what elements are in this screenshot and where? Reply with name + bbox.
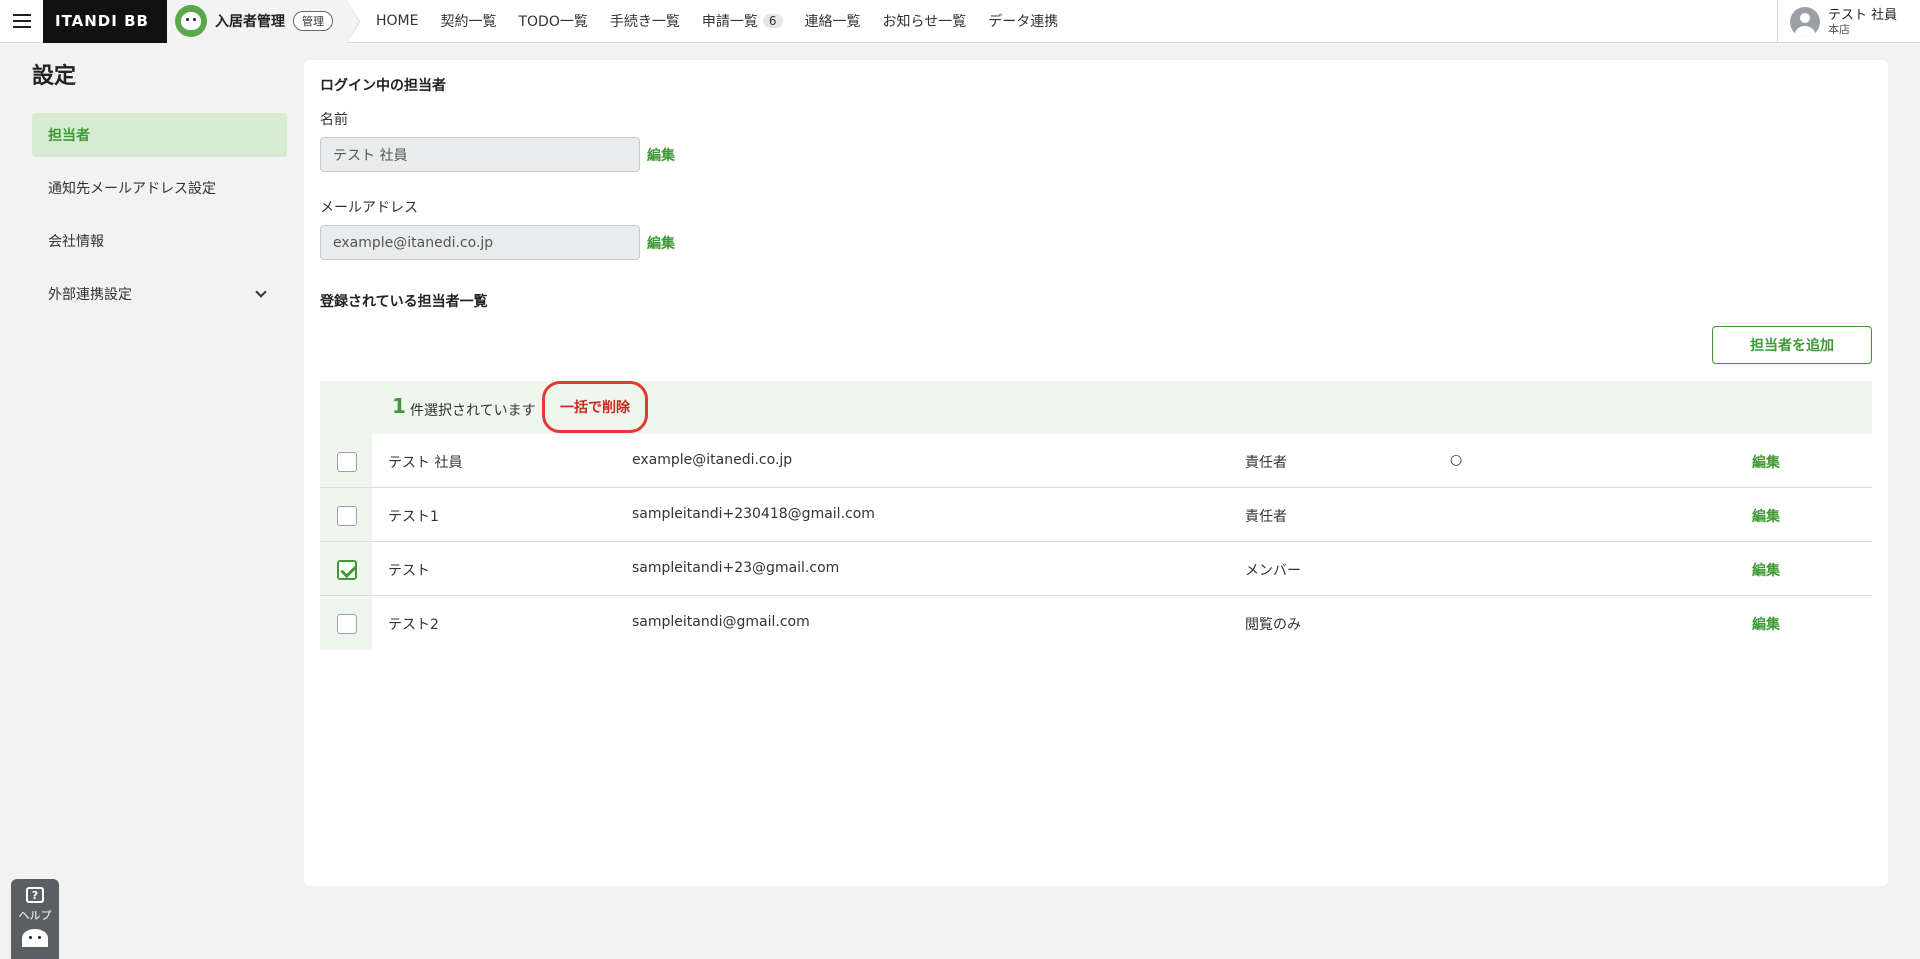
brand-area[interactable]: ITANDI BB — [43, 0, 167, 43]
email-label: メールアドレス — [320, 200, 418, 216]
email-field: example@itanedi.co.jp — [320, 225, 640, 260]
staff-role: 責任者 — [1245, 455, 1287, 471]
row-checkbox[interactable] — [337, 452, 357, 472]
nav-applications[interactable]: 申請一覧 6 — [691, 11, 794, 31]
sidebar-item-label: 外部連携設定 — [48, 287, 132, 303]
current-user-mark: ○ — [1450, 452, 1463, 468]
chevron-down-icon[interactable] — [255, 286, 267, 298]
staff-name: テスト — [388, 563, 430, 579]
row-checkbox[interactable] — [337, 614, 357, 634]
staff-name: テスト2 — [388, 617, 439, 633]
nav-label: 契約一覧 — [440, 14, 497, 30]
mascot-icon — [175, 5, 207, 37]
selected-text: 件選択されています — [410, 403, 536, 419]
admin-badge: 管理 — [293, 11, 333, 31]
sidebar-item-staff[interactable]: 担当者 — [32, 113, 287, 157]
menu-icon[interactable] — [0, 0, 43, 43]
staff-email: example@itanedi.co.jp — [632, 452, 793, 468]
edit-name-link[interactable]: 編集 — [647, 145, 675, 165]
nav-procedures[interactable]: 手続き一覧 — [599, 11, 691, 31]
page-title: 設定 — [32, 64, 77, 89]
user-branch: 本店 — [1828, 22, 1850, 36]
name-label: 名前 — [320, 112, 348, 128]
nav-notices[interactable]: お知らせ一覧 — [872, 11, 978, 31]
applications-count-badge: 6 — [762, 14, 783, 28]
user-menu[interactable]: テスト 社員 本店 — [1777, 0, 1920, 43]
table-row: テスト2 sampleitandi@gmail.com 閲覧のみ 編集 — [320, 596, 1872, 650]
nav-label: データ連携 — [988, 14, 1059, 30]
staff-name: テスト 社員 — [388, 455, 463, 471]
login-section-title: ログイン中の担当者 — [320, 78, 446, 94]
staff-table: 1 件選択されています 一括で削除 テスト 社員 example@itanedi… — [320, 381, 1872, 650]
nav-label: 連絡一覧 — [804, 14, 861, 30]
selected-count: 1 — [392, 394, 406, 418]
settings-sidebar: 担当者 通知先メールアドレス設定 会社情報 外部連携設定 — [32, 113, 287, 325]
name-field: テスト 社員 — [320, 137, 640, 172]
help-label: ヘルプ — [18, 909, 52, 922]
nav-contracts[interactable]: 契約一覧 — [429, 11, 507, 31]
sidebar-item-label: 通知先メールアドレス設定 — [48, 181, 216, 197]
sidebar-item-label: 担当者 — [48, 128, 90, 144]
user-name: テスト 社員 — [1828, 7, 1898, 23]
edit-email-link[interactable]: 編集 — [647, 233, 675, 253]
table-row: テスト 社員 example@itanedi.co.jp 責任者 ○ 編集 — [320, 434, 1872, 488]
app-title: 入居者管理 — [215, 14, 285, 30]
app-switcher[interactable]: 入居者管理 管理 — [167, 0, 360, 43]
main-nav: HOME 契約一覧 TODO一覧 手続き一覧 申請一覧 6 連絡一覧 お知らせ一覧… — [365, 11, 1069, 31]
sidebar-item-notification-email[interactable]: 通知先メールアドレス設定 — [32, 166, 287, 210]
nav-label: HOME — [376, 13, 419, 29]
staff-email: sampleitandi@gmail.com — [632, 614, 810, 630]
bulk-delete-highlight: 一括で削除 — [542, 381, 648, 433]
add-staff-button[interactable]: 担当者を追加 — [1712, 326, 1872, 364]
nav-todo[interactable]: TODO一覧 — [507, 11, 598, 31]
nav-messages[interactable]: 連絡一覧 — [794, 11, 872, 31]
brand-logo[interactable]: ITANDI BB — [55, 12, 155, 30]
sidebar-item-label: 会社情報 — [48, 234, 104, 250]
row-checkbox-checked[interactable] — [337, 560, 357, 580]
table-row: テスト sampleitandi+23@gmail.com メンバー 編集 — [320, 542, 1872, 596]
user-avatar-icon — [1790, 6, 1820, 37]
nav-label: 申請一覧 — [701, 14, 758, 30]
top-header: ITANDI BB 入居者管理 管理 HOME 契約一覧 TODO一覧 手続き一… — [0, 0, 1920, 43]
help-icon: ? — [26, 887, 44, 903]
row-checkbox[interactable] — [337, 506, 357, 526]
help-widget[interactable]: ? ヘルプ — [11, 879, 59, 959]
staff-role: 閲覧のみ — [1245, 617, 1301, 633]
row-edit-link[interactable]: 編集 — [1752, 614, 1780, 634]
table-row: テスト1 sampleitandi+230418@gmail.com 責任者 編… — [320, 488, 1872, 542]
row-edit-link[interactable]: 編集 — [1752, 560, 1780, 580]
bulk-delete-button[interactable]: 一括で削除 — [560, 397, 630, 417]
selection-bar: 1 件選択されています 一括で削除 — [320, 381, 1872, 434]
row-edit-link[interactable]: 編集 — [1752, 506, 1780, 526]
nav-home[interactable]: HOME — [365, 13, 429, 29]
nav-label: お知らせ一覧 — [882, 14, 967, 30]
staff-email: sampleitandi+23@gmail.com — [632, 560, 840, 576]
nav-label: TODO一覧 — [518, 14, 588, 30]
staff-list-title: 登録されている担当者一覧 — [320, 294, 488, 310]
sidebar-item-external-integration[interactable]: 外部連携設定 — [32, 272, 287, 316]
nav-data-integration[interactable]: データ連携 — [977, 11, 1069, 31]
staff-name: テスト1 — [388, 509, 439, 525]
row-edit-link[interactable]: 編集 — [1752, 452, 1780, 472]
staff-role: 責任者 — [1245, 509, 1287, 525]
staff-email: sampleitandi+230418@gmail.com — [632, 506, 875, 522]
staff-role: メンバー — [1245, 563, 1301, 579]
nav-label: 手続き一覧 — [609, 14, 680, 30]
mascot-icon — [22, 929, 48, 947]
main-panel: ログイン中の担当者 名前 テスト 社員 編集 メールアドレス example@i… — [304, 60, 1888, 886]
sidebar-item-company-info[interactable]: 会社情報 — [32, 219, 287, 263]
